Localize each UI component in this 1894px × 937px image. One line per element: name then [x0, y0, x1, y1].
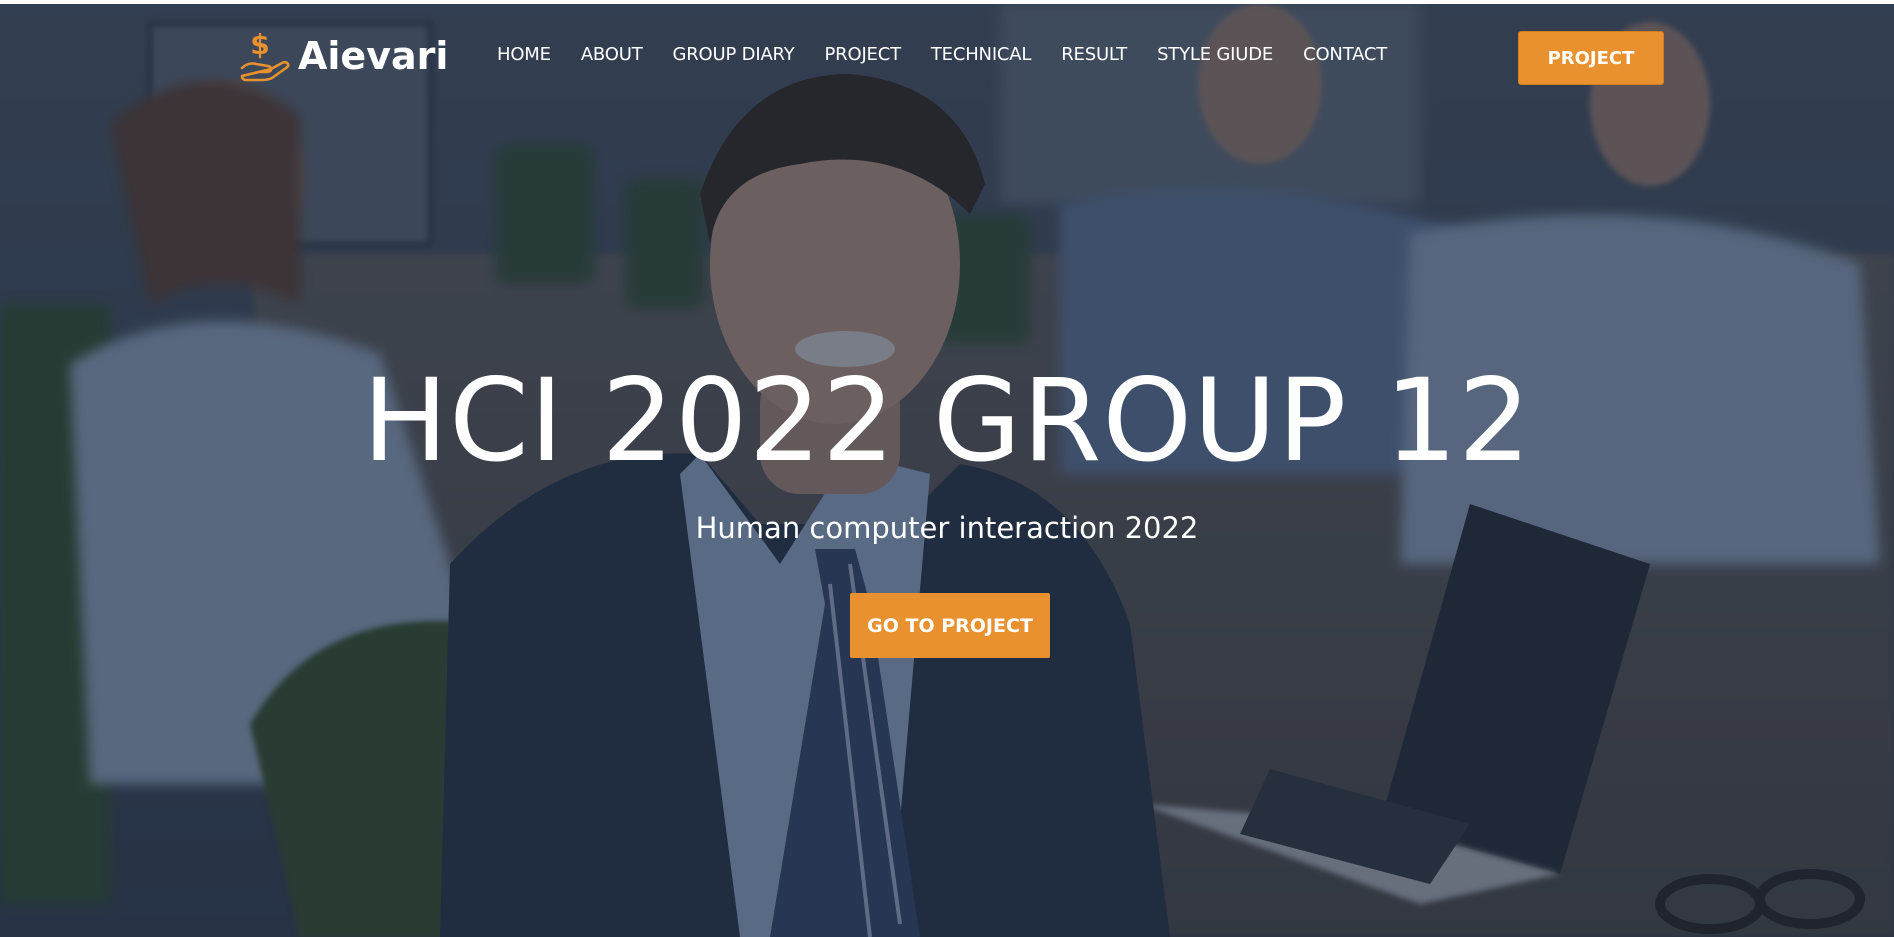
page: $ Aievari HOME ABOUT GROUP DIARY PROJECT… [0, 0, 1894, 937]
nav-item-technical[interactable]: TECHNICAL [931, 44, 1032, 65]
hero-subtitle: Human computer interaction 2022 [695, 511, 1199, 545]
logo-text: Aievari [298, 34, 449, 78]
hero-title: HCI 2022 GROUP 12 [362, 354, 1532, 487]
logo[interactable]: $ Aievari [238, 28, 448, 84]
nav-item-project[interactable]: PROJECT [825, 44, 902, 65]
nav-item-style-guide[interactable]: STYLE GIUDE [1157, 44, 1273, 65]
main-nav: HOME ABOUT GROUP DIARY PROJECT TECHNICAL… [497, 44, 1417, 65]
nav-item-contact[interactable]: CONTACT [1303, 44, 1387, 65]
nav-item-group-diary[interactable]: GROUP DIARY [673, 44, 795, 65]
go-to-project-button[interactable]: GO TO PROJECT [850, 593, 1050, 658]
nav-item-about[interactable]: ABOUT [581, 44, 643, 65]
header-project-button[interactable]: PROJECT [1518, 31, 1664, 85]
site-header: $ Aievari HOME ABOUT GROUP DIARY PROJECT… [0, 4, 1894, 104]
nav-item-result[interactable]: RESULT [1061, 44, 1127, 65]
nav-item-home[interactable]: HOME [497, 44, 551, 65]
svg-text:$: $ [250, 28, 269, 61]
dollar-hand-icon: $ [240, 28, 290, 82]
